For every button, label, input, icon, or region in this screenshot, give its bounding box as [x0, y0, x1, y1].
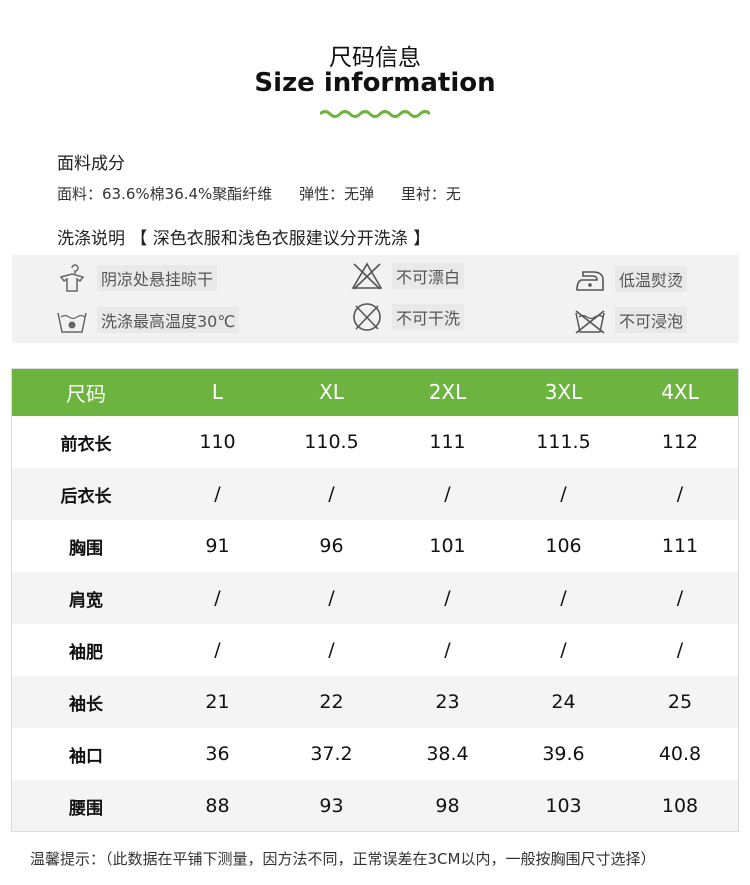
table-cell: 24 [506, 676, 621, 728]
table-cell: 93 [274, 780, 389, 832]
care-label: 不可干洗 [392, 304, 465, 330]
table-cell: / [274, 468, 389, 520]
table-cell: / [389, 572, 506, 624]
header-cell: 3XL [506, 368, 621, 416]
table-row: 袖口 36 37.2 38.4 39.6 40.8 [11, 728, 739, 780]
row-header: 袖口 [69, 746, 103, 767]
care-item-no-dry-clean: 不可干洗 [350, 302, 465, 332]
table-cell: / [621, 468, 739, 520]
wash-30-icon [57, 312, 87, 333]
table-cell: / [161, 572, 274, 624]
table-cell: 39.6 [542, 743, 585, 765]
table-cell: 91 [205, 535, 230, 557]
header-cell: L [161, 368, 274, 416]
header-cell: XL [274, 368, 389, 416]
table-cell: / [444, 639, 451, 661]
table-cell: / [506, 468, 621, 520]
care-label: 洗涤最高温度30℃ [97, 307, 240, 333]
size-table: 尺码 L XL 2XL 3XL 4XL 前衣长 110 110.5 111 11… [11, 368, 739, 832]
row-header: 胸围 [69, 538, 103, 559]
table-cell: / [389, 468, 506, 520]
wash-heading: 洗涤说明 【 深色衣服和浅色衣服建议分开洗涤 】 [57, 229, 431, 249]
table-row: 腰围 88 93 98 103 108 [11, 780, 739, 832]
hang-dry-icon [59, 264, 85, 292]
table-cell: 98 [389, 780, 506, 832]
fabric-composition: 面料：63.6%棉36.4%聚酯纤维 [57, 185, 273, 203]
table-cell: 103 [506, 780, 621, 832]
table-cell: 22 [274, 676, 389, 728]
table-cell: 88 [161, 780, 274, 832]
header-cell: 尺码 [11, 368, 161, 416]
care-item-no-soak: 不可浸泡 [573, 305, 688, 335]
table-cell: 23 [389, 676, 506, 728]
table-cell: 38.4 [426, 743, 469, 765]
table-cell: / [621, 572, 739, 624]
table-cell: 96 [319, 535, 344, 557]
row-header: 后衣长 [11, 468, 161, 520]
table-cell: 112 [661, 431, 699, 453]
page-title-cn: 尺码信息 [329, 45, 421, 71]
care-item-hang-dry: 阴凉处悬挂晾干 [55, 263, 218, 293]
care-label: 不可漂白 [392, 263, 465, 289]
table-cell: 108 [621, 780, 739, 832]
header-cell: 4XL [621, 368, 739, 416]
low-iron-icon [576, 271, 604, 291]
header-cell: 2XL [389, 368, 506, 416]
wave-divider-icon [320, 110, 430, 118]
no-dry-clean-icon [353, 303, 381, 331]
table-cell: 106 [545, 535, 582, 557]
table-cell: / [214, 639, 221, 661]
size-table-header: 尺码 L XL 2XL 3XL 4XL [11, 368, 739, 416]
table-cell: 21 [161, 676, 274, 728]
row-header: 袖肥 [69, 642, 103, 663]
page-title-en: Size information [254, 68, 496, 98]
table-cell: 25 [621, 676, 739, 728]
table-cell: / [161, 468, 274, 520]
care-label: 低温熨烫 [615, 266, 688, 292]
care-item-low-iron: 低温熨烫 [573, 264, 688, 294]
table-cell: 111 [429, 431, 466, 453]
row-header: 袖长 [11, 676, 161, 728]
table-row: 肩宽 / / / / / [11, 572, 739, 624]
row-header: 腰围 [11, 780, 161, 832]
fabric-heading: 面料成分 [57, 154, 125, 174]
table-cell: 110 [199, 431, 236, 453]
table-cell: / [274, 572, 389, 624]
no-bleach-icon [351, 262, 383, 290]
fabric-elasticity: 弹性：无弹 [299, 185, 375, 203]
fabric-lining: 里衬：无 [400, 185, 461, 203]
row-header: 肩宽 [11, 572, 161, 624]
table-cell: / [676, 639, 684, 661]
table-cell: 36 [205, 743, 230, 765]
table-row: 袖长 21 22 23 24 25 [11, 676, 739, 728]
footer-note: 温馨提示：（此数据在平铺下测量，因方法不同，正常误差在3CM以内，一般按胸围尺寸… [30, 850, 656, 868]
care-item-wash-30: 洗涤最高温度30℃ [55, 305, 240, 335]
table-cell: 110.5 [304, 431, 359, 453]
table-row: 后衣长 / / / / / [11, 468, 739, 520]
table-cell: / [506, 572, 621, 624]
table-row: 袖肥 / / / / / [11, 624, 739, 676]
table-cell: 101 [429, 535, 466, 557]
care-label: 阴凉处悬挂晾干 [97, 265, 218, 291]
no-soak-icon [575, 310, 605, 334]
care-label: 不可浸泡 [615, 307, 688, 333]
fabric-info: 面料：63.6%棉36.4%聚酯纤维 弹性：无弹 里衬：无 [57, 183, 483, 204]
table-cell: / [328, 639, 335, 661]
care-item-no-bleach: 不可漂白 [350, 261, 465, 291]
table-cell: / [560, 639, 567, 661]
table-row: 前衣长 110 110.5 111 111.5 112 [11, 416, 739, 468]
table-row: 胸围 91 96 101 106 111 [11, 520, 739, 572]
row-header: 前衣长 [60, 434, 112, 455]
table-cell: 111.5 [536, 431, 591, 453]
table-cell: 40.8 [658, 743, 702, 765]
table-cell: 111 [661, 535, 699, 557]
table-cell: 37.2 [310, 743, 353, 765]
